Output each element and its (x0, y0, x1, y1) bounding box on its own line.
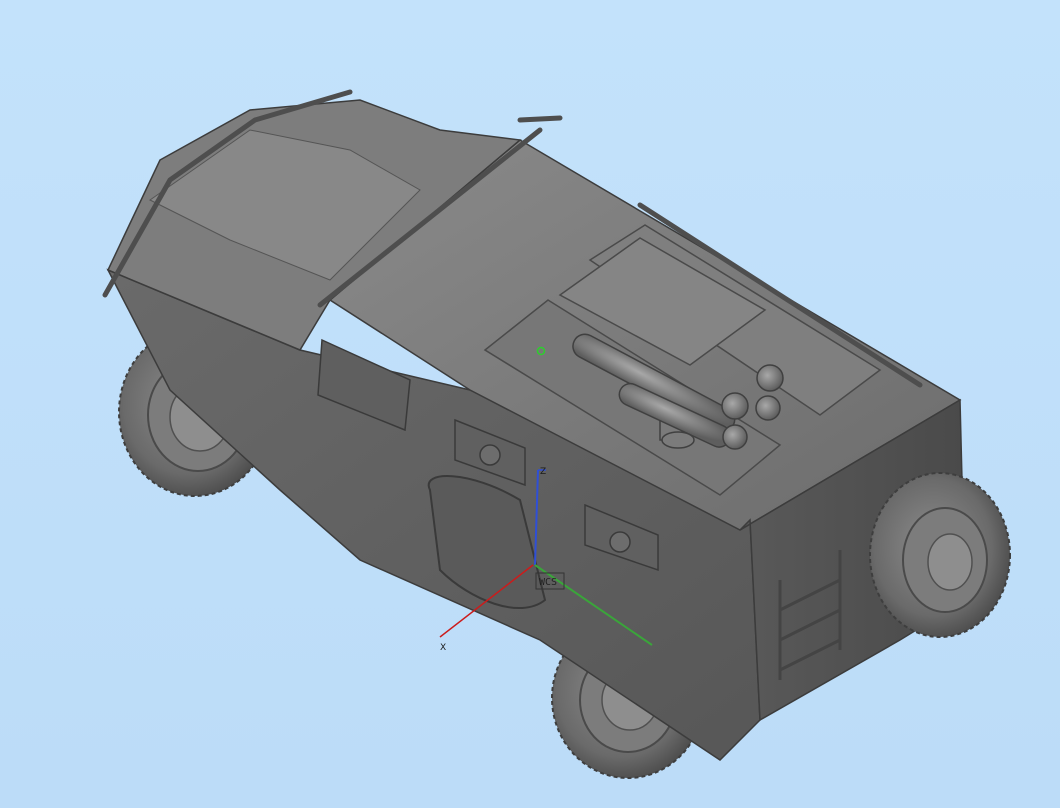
model-canvas[interactable]: WCS X Z (0, 0, 1060, 808)
3d-viewport[interactable]: WCS X Z (0, 0, 1060, 808)
z-axis-label: Z (540, 467, 546, 477)
spare-wheel (869, 472, 1011, 638)
x-axis-label: X (440, 643, 446, 653)
vehicle-body (106, 99, 966, 761)
wcs-label: WCS (539, 577, 557, 588)
